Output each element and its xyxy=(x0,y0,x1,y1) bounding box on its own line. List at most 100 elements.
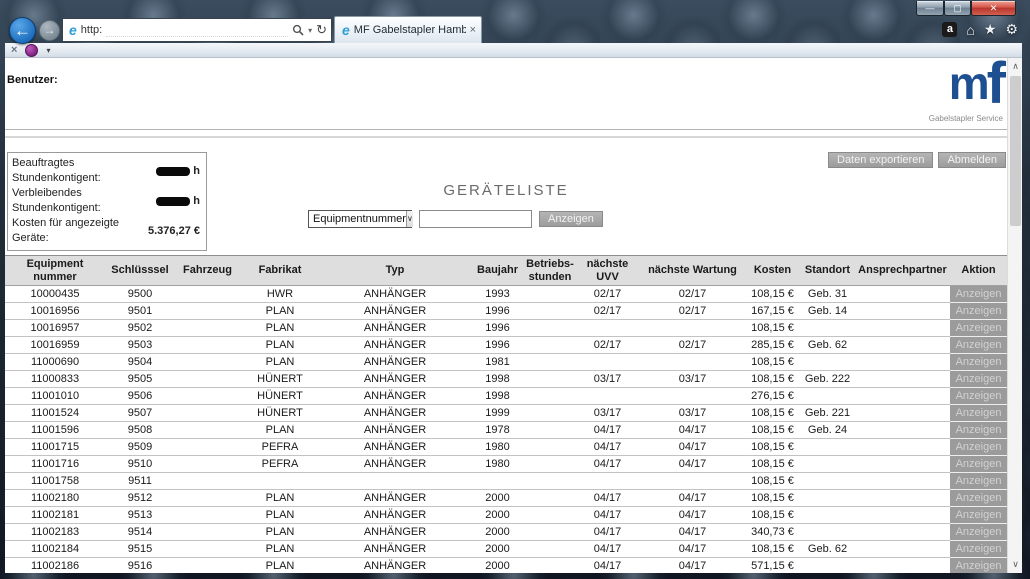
table-cell: 285,15 € xyxy=(745,337,800,354)
table-cell: 04/17 xyxy=(640,490,745,507)
table-cell: 9508 xyxy=(105,422,175,439)
table-cell: PEFRA xyxy=(240,439,320,456)
scroll-down-icon[interactable]: ∨ xyxy=(1008,556,1023,573)
table-cell: 11001010 xyxy=(5,388,105,405)
home-icon[interactable]: ⌂ xyxy=(966,22,974,38)
table-cell xyxy=(855,422,950,439)
table-cell xyxy=(175,524,240,541)
table-cell: 04/17 xyxy=(575,558,640,574)
table-cell xyxy=(175,388,240,405)
scroll-up-icon[interactable]: ∧ xyxy=(1008,58,1023,75)
table-cell xyxy=(800,354,855,371)
table-cell: 03/17 xyxy=(575,371,640,388)
table-cell xyxy=(800,558,855,574)
row-action-anzeigen-button[interactable]: Anzeigen xyxy=(950,337,1007,354)
tab-close-icon[interactable]: × xyxy=(470,24,476,36)
table-cell: ANHÄNGER xyxy=(320,439,470,456)
favorites-star-icon[interactable]: ★ xyxy=(984,21,997,38)
filter-field-select[interactable]: Equipmentnummer ∨ xyxy=(308,210,412,228)
table-row: 110021839514PLANANHÄNGER200004/1704/1734… xyxy=(5,524,1007,541)
filter-search-input[interactable] xyxy=(419,210,532,228)
table-cell: PLAN xyxy=(240,490,320,507)
table-cell: 9507 xyxy=(105,405,175,422)
ie-tab-icon: e xyxy=(342,22,350,38)
row-action-anzeigen-button[interactable]: Anzeigen xyxy=(950,524,1007,541)
table-cell: 04/17 xyxy=(575,439,640,456)
row-action-anzeigen-button[interactable]: Anzeigen xyxy=(950,388,1007,405)
table-cell: 1999 xyxy=(470,405,525,422)
scrollbar-thumb[interactable] xyxy=(1010,76,1021,226)
table-cell: 9515 xyxy=(105,541,175,558)
quota-value: 5.376,27 € xyxy=(148,224,200,239)
row-action-anzeigen-button[interactable]: Anzeigen xyxy=(950,371,1007,388)
table-cell: 11002180 xyxy=(5,490,105,507)
column-header: Schlüsssel xyxy=(105,256,175,286)
table-cell xyxy=(175,541,240,558)
table-cell: 04/17 xyxy=(575,541,640,558)
addon-close-icon[interactable]: × xyxy=(11,44,17,56)
row-action-anzeigen-button[interactable]: Anzeigen xyxy=(950,439,1007,456)
logo-subtitle: Gabelstapler Service xyxy=(908,114,1003,123)
table-cell: PLAN xyxy=(240,422,320,439)
window-controls: — ▢ ✕ xyxy=(916,1,1016,16)
table-cell: 04/17 xyxy=(575,422,640,439)
device-table: Equipment nummerSchlüssselFahrzeugFabrik… xyxy=(5,255,1007,573)
row-action-anzeigen-button[interactable]: Anzeigen xyxy=(950,405,1007,422)
table-cell: ANHÄNGER xyxy=(320,388,470,405)
row-action-anzeigen-button[interactable]: Anzeigen xyxy=(950,354,1007,371)
table-cell: 571,15 € xyxy=(745,558,800,574)
row-action-anzeigen-button[interactable]: Anzeigen xyxy=(950,473,1007,490)
addon-icon[interactable] xyxy=(25,44,38,57)
table-cell xyxy=(525,507,575,524)
amazon-addon-icon[interactable]: a xyxy=(942,22,957,37)
row-action-anzeigen-button[interactable]: Anzeigen xyxy=(950,320,1007,337)
table-cell: ANHÄNGER xyxy=(320,456,470,473)
table-cell: Geb. 222 xyxy=(800,371,855,388)
addon-dropdown-icon[interactable]: ▾ xyxy=(46,46,50,55)
table-cell: ANHÄNGER xyxy=(320,507,470,524)
table-cell xyxy=(175,286,240,303)
table-cell xyxy=(320,473,470,490)
tools-gear-icon[interactable]: ⚙ xyxy=(1005,21,1018,38)
row-action-anzeigen-button[interactable]: Anzeigen xyxy=(950,286,1007,303)
row-action-anzeigen-button[interactable]: Anzeigen xyxy=(950,456,1007,473)
table-cell xyxy=(175,558,240,574)
table-cell xyxy=(175,507,240,524)
export-data-button[interactable]: Daten exportieren xyxy=(828,152,933,168)
table-cell: 11000690 xyxy=(5,354,105,371)
row-action-anzeigen-button[interactable]: Anzeigen xyxy=(950,558,1007,574)
table-cell xyxy=(525,541,575,558)
back-button[interactable]: ← xyxy=(9,17,36,44)
row-action-anzeigen-button[interactable]: Anzeigen xyxy=(950,507,1007,524)
filter-submit-button[interactable]: Anzeigen xyxy=(539,211,603,227)
address-bar[interactable]: e http: ▾ ↻ xyxy=(62,18,332,42)
browser-tab[interactable]: e MF Gabelstapler Hamburg: ... × xyxy=(334,16,482,43)
search-icon[interactable] xyxy=(292,24,304,36)
table-cell: 04/17 xyxy=(640,439,745,456)
forward-button[interactable]: → xyxy=(39,20,60,41)
close-window-button[interactable]: ✕ xyxy=(971,1,1016,16)
row-action-anzeigen-button[interactable]: Anzeigen xyxy=(950,490,1007,507)
table-cell: 1993 xyxy=(470,286,525,303)
maximize-button[interactable]: ▢ xyxy=(944,1,971,16)
row-action-anzeigen-button[interactable]: Anzeigen xyxy=(950,541,1007,558)
refresh-icon[interactable]: ↻ xyxy=(316,22,327,38)
table-cell: 108,15 € xyxy=(745,354,800,371)
row-action-anzeigen-button[interactable]: Anzeigen xyxy=(950,303,1007,320)
column-header: Equipment nummer xyxy=(5,256,105,286)
table-cell: 11001716 xyxy=(5,456,105,473)
search-dropdown-icon[interactable]: ▾ xyxy=(308,26,312,35)
table-cell: 1996 xyxy=(470,337,525,354)
table-cell xyxy=(800,507,855,524)
row-action-anzeigen-button[interactable]: Anzeigen xyxy=(950,422,1007,439)
table-cell xyxy=(855,354,950,371)
table-cell xyxy=(855,388,950,405)
logout-button[interactable]: Abmelden xyxy=(938,152,1006,168)
table-cell xyxy=(800,524,855,541)
minimize-button[interactable]: — xyxy=(916,1,944,16)
table-cell xyxy=(470,473,525,490)
table-cell: PLAN xyxy=(240,337,320,354)
table-cell: 11002184 xyxy=(5,541,105,558)
filter-row: Equipmentnummer ∨ Anzeigen xyxy=(308,210,603,228)
vertical-scrollbar[interactable]: ∧ ∨ xyxy=(1007,58,1022,573)
